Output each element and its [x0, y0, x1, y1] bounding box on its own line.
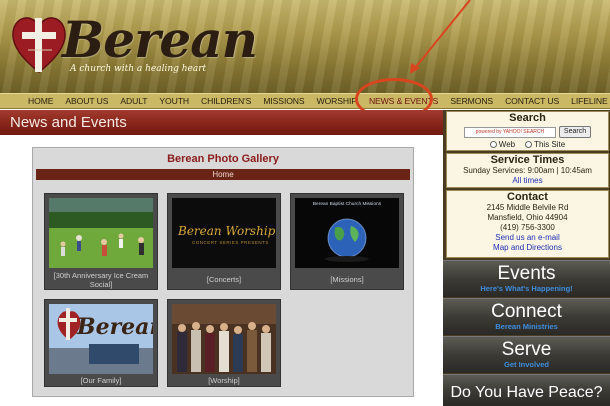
family-image-title: Berean — [77, 314, 153, 340]
connect-promo-button[interactable]: Connect Berean Ministries — [443, 298, 610, 335]
map-directions-link[interactable]: Map and Directions — [447, 243, 608, 253]
search-input[interactable]: powered by YAHOO! SEARCH — [463, 126, 556, 138]
search-option-web[interactable]: Web — [489, 140, 516, 149]
concert-image-title: Berean Worship — [178, 224, 276, 238]
gallery-item-missions[interactable]: Berean Baptist Church Missions [Missions… — [290, 193, 404, 290]
nav-sermons[interactable]: SERMONS — [444, 96, 499, 106]
contact-box: Contact 2145 Middle Belvile Rd Mansfield… — [446, 190, 609, 258]
gallery-breadcrumb[interactable]: Home — [36, 169, 410, 180]
serve-promo-button[interactable]: Serve Get Involved — [443, 336, 610, 373]
search-button[interactable]: Search — [558, 126, 592, 138]
nav-missions[interactable]: MISSIONS — [257, 96, 310, 106]
service-times-line: Sunday Services: 9:00am | 10:45am — [463, 166, 592, 175]
gallery-caption[interactable]: [Worship] — [170, 376, 278, 385]
gallery-thumbnail[interactable]: Berean Worship CONCERT SERIES PRESENTS — [172, 198, 276, 268]
nav-youth[interactable]: YOUTH — [153, 96, 195, 106]
service-times-heading: Service Times — [490, 154, 565, 166]
nav-home[interactable]: HOME — [22, 96, 59, 106]
main-nav: HOME ABOUT US ADULT YOUTH CHILDREN'S MIS… — [0, 93, 610, 109]
radio-icon[interactable] — [525, 141, 533, 148]
all-times-link[interactable]: All times — [447, 176, 608, 186]
site-tagline: A church with a healing heart — [70, 64, 207, 74]
radio-icon[interactable] — [489, 141, 497, 148]
connect-promo-subtitle: Berean Ministries — [495, 322, 558, 331]
gallery-caption[interactable]: [Our Family] — [47, 376, 155, 385]
site-header: Berean A church with a healing heart — [0, 0, 610, 93]
gallery-title: Berean Photo Gallery — [167, 153, 279, 165]
gallery-thumbnail[interactable]: Berean — [49, 304, 153, 374]
search-heading: Search — [509, 112, 546, 124]
events-promo-button[interactable]: Events Here's What's Happening! — [443, 260, 610, 297]
gallery-thumbnail[interactable]: Berean Baptist Church Missions — [295, 198, 399, 268]
search-option-site-label: This Site — [534, 140, 566, 149]
heart-cross-logo-icon[interactable] — [8, 10, 70, 80]
gallery-caption[interactable]: [Missions] — [293, 275, 401, 284]
site-logo-title[interactable]: Berean — [62, 10, 258, 69]
gallery-thumbnail[interactable] — [49, 198, 153, 268]
gallery-item-worship[interactable]: [Worship] — [167, 299, 281, 387]
nav-adult[interactable]: ADULT — [114, 96, 153, 106]
contact-address-line2: Mansfield, Ohio 44904 — [487, 213, 568, 222]
nav-childrens[interactable]: CHILDREN'S — [195, 96, 257, 106]
contact-address-line1: 2145 Middle Belvile Rd — [486, 203, 569, 212]
search-option-web-label: Web — [498, 140, 516, 149]
events-promo-title: Events — [497, 263, 556, 284]
page-title: News and Events — [10, 114, 127, 131]
search-option-site[interactable]: This Site — [525, 140, 565, 149]
nav-contact-us[interactable]: CONTACT US — [499, 96, 565, 106]
gallery-item-our-family[interactable]: Berean [Our Family] — [44, 299, 158, 387]
photo-gallery: Berean Photo Gallery Home [30th Annivers… — [32, 147, 414, 397]
contact-heading: Contact — [507, 191, 548, 203]
contact-phone: (419) 756-3300 — [500, 223, 555, 232]
serve-promo-subtitle: Get Involved — [503, 360, 549, 369]
main-content: Berean Photo Gallery Home [30th Annivers… — [0, 135, 443, 406]
connect-promo-title: Connect — [491, 301, 562, 322]
gallery-item-ice-cream-social[interactable]: [30th Anniversary Ice Cream Social] — [44, 193, 158, 290]
email-link[interactable]: Send us an e-mail — [447, 233, 608, 243]
service-times-box: Service Times Sunday Services: 9:00am | … — [446, 153, 609, 188]
gallery-caption[interactable]: [Concerts] — [170, 275, 278, 284]
peace-promo-button[interactable]: Do You Have Peace? — [443, 374, 610, 406]
events-promo-subtitle: Here's What's Happening! — [480, 284, 573, 293]
gallery-thumbnail[interactable] — [172, 304, 276, 374]
peace-promo-title: Do You Have Peace? — [450, 384, 603, 401]
concert-image-subtitle: CONCERT SERIES PRESENTS — [192, 240, 269, 245]
sidebar: Search powered by YAHOO! SEARCH Search W… — [443, 110, 610, 406]
nav-lifeline[interactable]: LIFELINE — [565, 96, 610, 106]
gallery-item-concerts[interactable]: Berean Worship CONCERT SERIES PRESENTS [… — [167, 193, 281, 290]
gallery-caption[interactable]: [30th Anniversary Ice Cream Social] — [47, 271, 155, 289]
search-box: Search powered by YAHOO! SEARCH Search W… — [446, 111, 609, 151]
nav-about-us[interactable]: ABOUT US — [59, 96, 114, 106]
serve-promo-title: Serve — [501, 339, 552, 360]
page-title-bar: News and Events — [0, 110, 443, 135]
